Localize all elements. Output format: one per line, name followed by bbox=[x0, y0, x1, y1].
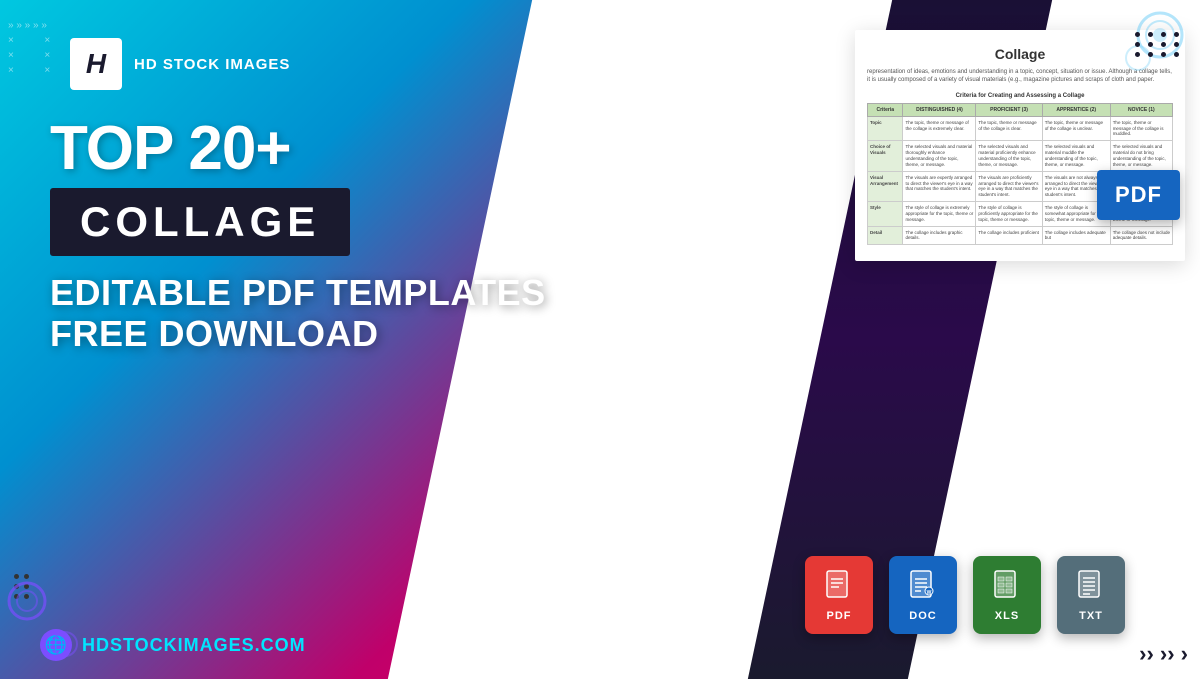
row-detail-header: Detail bbox=[868, 226, 903, 245]
pdf-icon bbox=[823, 569, 855, 606]
logo-letter: H bbox=[86, 50, 106, 78]
dot bbox=[1148, 52, 1153, 57]
circle-deco-bottom-left-2 bbox=[50, 629, 80, 664]
website-url: HDSTOCKIMAGES.COM bbox=[82, 635, 306, 656]
format-icon-txt[interactable]: TXT bbox=[1057, 556, 1125, 634]
subtitle: EDITABLE PDF TEMPLATES FREE DOWNLOAD bbox=[50, 272, 610, 355]
headline-top: TOP 20+ bbox=[50, 118, 610, 180]
row-detail-n: The collage does not include adequate de… bbox=[1110, 226, 1172, 245]
format-icon-xls[interactable]: XLS bbox=[973, 556, 1041, 634]
logo-icon: H bbox=[70, 38, 122, 90]
row-detail-p: The collage includes proficient bbox=[976, 226, 1042, 245]
table-row: Topic The topic, theme or message of the… bbox=[868, 116, 1173, 141]
dot bbox=[1135, 52, 1140, 57]
dot bbox=[1174, 32, 1179, 37]
arrows-decoration-bottom-right: ›› ›› › bbox=[1139, 641, 1188, 667]
row-visuals-n: The selected visuals and material do not… bbox=[1110, 141, 1172, 171]
dot bbox=[1174, 52, 1179, 57]
dot bbox=[1161, 32, 1166, 37]
row-topic-n: The topic, theme or message of the colla… bbox=[1110, 116, 1172, 141]
col-proficient: PROFICIENT (3) bbox=[976, 103, 1042, 116]
row-visual-arr-p: The visuals are proficiently arranged to… bbox=[976, 171, 1042, 201]
dot bbox=[1174, 42, 1179, 47]
row-topic-d: The topic, theme or message of the colla… bbox=[903, 116, 976, 141]
collage-badge: COLLAGE bbox=[50, 188, 350, 256]
right-panel: Collage representation of ideas, emotion… bbox=[650, 0, 1200, 679]
xls-label: XLS bbox=[995, 610, 1019, 622]
subtitle-line1: EDITABLE PDF TEMPLATES bbox=[50, 272, 610, 313]
subtitle-line2: FREE DOWNLOAD bbox=[50, 313, 610, 354]
table-row: Detail The collage includes graphic deta… bbox=[868, 226, 1173, 245]
table-row: Choice of Visuals The selected visuals a… bbox=[868, 141, 1173, 171]
dots-decoration-top-right bbox=[1135, 32, 1182, 57]
row-visual-arr-header: Visual Arrangement bbox=[868, 171, 903, 201]
row-topic-header: Topic bbox=[868, 116, 903, 141]
xls-icon bbox=[991, 569, 1023, 606]
dot bbox=[1148, 42, 1153, 47]
row-visual-arr-d: The visuals are expertly arranged to dir… bbox=[903, 171, 976, 201]
txt-icon bbox=[1075, 569, 1107, 606]
brand-name: HD STOCK IMAGES bbox=[134, 56, 290, 73]
pdf-badge: PDF bbox=[1097, 170, 1180, 220]
doc-icon: W bbox=[907, 569, 939, 606]
doc-label: DOC bbox=[909, 610, 936, 622]
format-icon-doc[interactable]: W DOC bbox=[889, 556, 957, 634]
dot bbox=[1135, 32, 1140, 37]
row-style-header: Style bbox=[868, 202, 903, 227]
col-criteria: Criteria bbox=[868, 103, 903, 116]
collage-text: COLLAGE bbox=[80, 198, 320, 246]
col-apprentice: APPRENTICE (2) bbox=[1042, 103, 1110, 116]
circle-deco-bottom-left bbox=[5, 579, 50, 629]
dot bbox=[1161, 52, 1166, 57]
row-topic-a: The topic, theme or message of the colla… bbox=[1042, 116, 1110, 141]
main-content: » » » » » × × × × × × H HD STOCK IMAGES … bbox=[0, 0, 1200, 679]
pdf-label: PDF bbox=[827, 610, 852, 622]
row-visuals-header: Choice of Visuals bbox=[868, 141, 903, 171]
svg-text:W: W bbox=[927, 590, 932, 596]
format-icons-row: PDF W DOC bbox=[650, 556, 1200, 634]
dot bbox=[1161, 42, 1166, 47]
row-visuals-d: The selected visuals and material thorou… bbox=[903, 141, 976, 171]
format-icon-pdf[interactable]: PDF bbox=[805, 556, 873, 634]
row-topic-p: The topic, theme or message of the colla… bbox=[976, 116, 1042, 141]
txt-label: TXT bbox=[1079, 610, 1103, 622]
logo-area: H HD STOCK IMAGES bbox=[70, 38, 610, 90]
row-visuals-p: The selected visuals and material profic… bbox=[976, 141, 1042, 171]
col-distinguished: DISTINGUISHED (4) bbox=[903, 103, 976, 116]
row-visuals-a: The selected visuals and material muddle… bbox=[1042, 141, 1110, 171]
row-detail-a: The collage includes adequate but bbox=[1042, 226, 1110, 245]
dot bbox=[1135, 42, 1140, 47]
dot bbox=[1148, 32, 1153, 37]
row-detail-d: The collage includes graphic details. bbox=[903, 226, 976, 245]
row-style-p: The style of collage is proficiently app… bbox=[976, 202, 1042, 227]
x-pattern-decoration: » » » » » × × × × × × bbox=[8, 18, 50, 78]
col-novice: NOVICE (1) bbox=[1110, 103, 1172, 116]
left-panel: » » » » » × × × × × × H HD STOCK IMAGES … bbox=[0, 0, 650, 679]
row-style-d: The style of collage is extremely approp… bbox=[903, 202, 976, 227]
